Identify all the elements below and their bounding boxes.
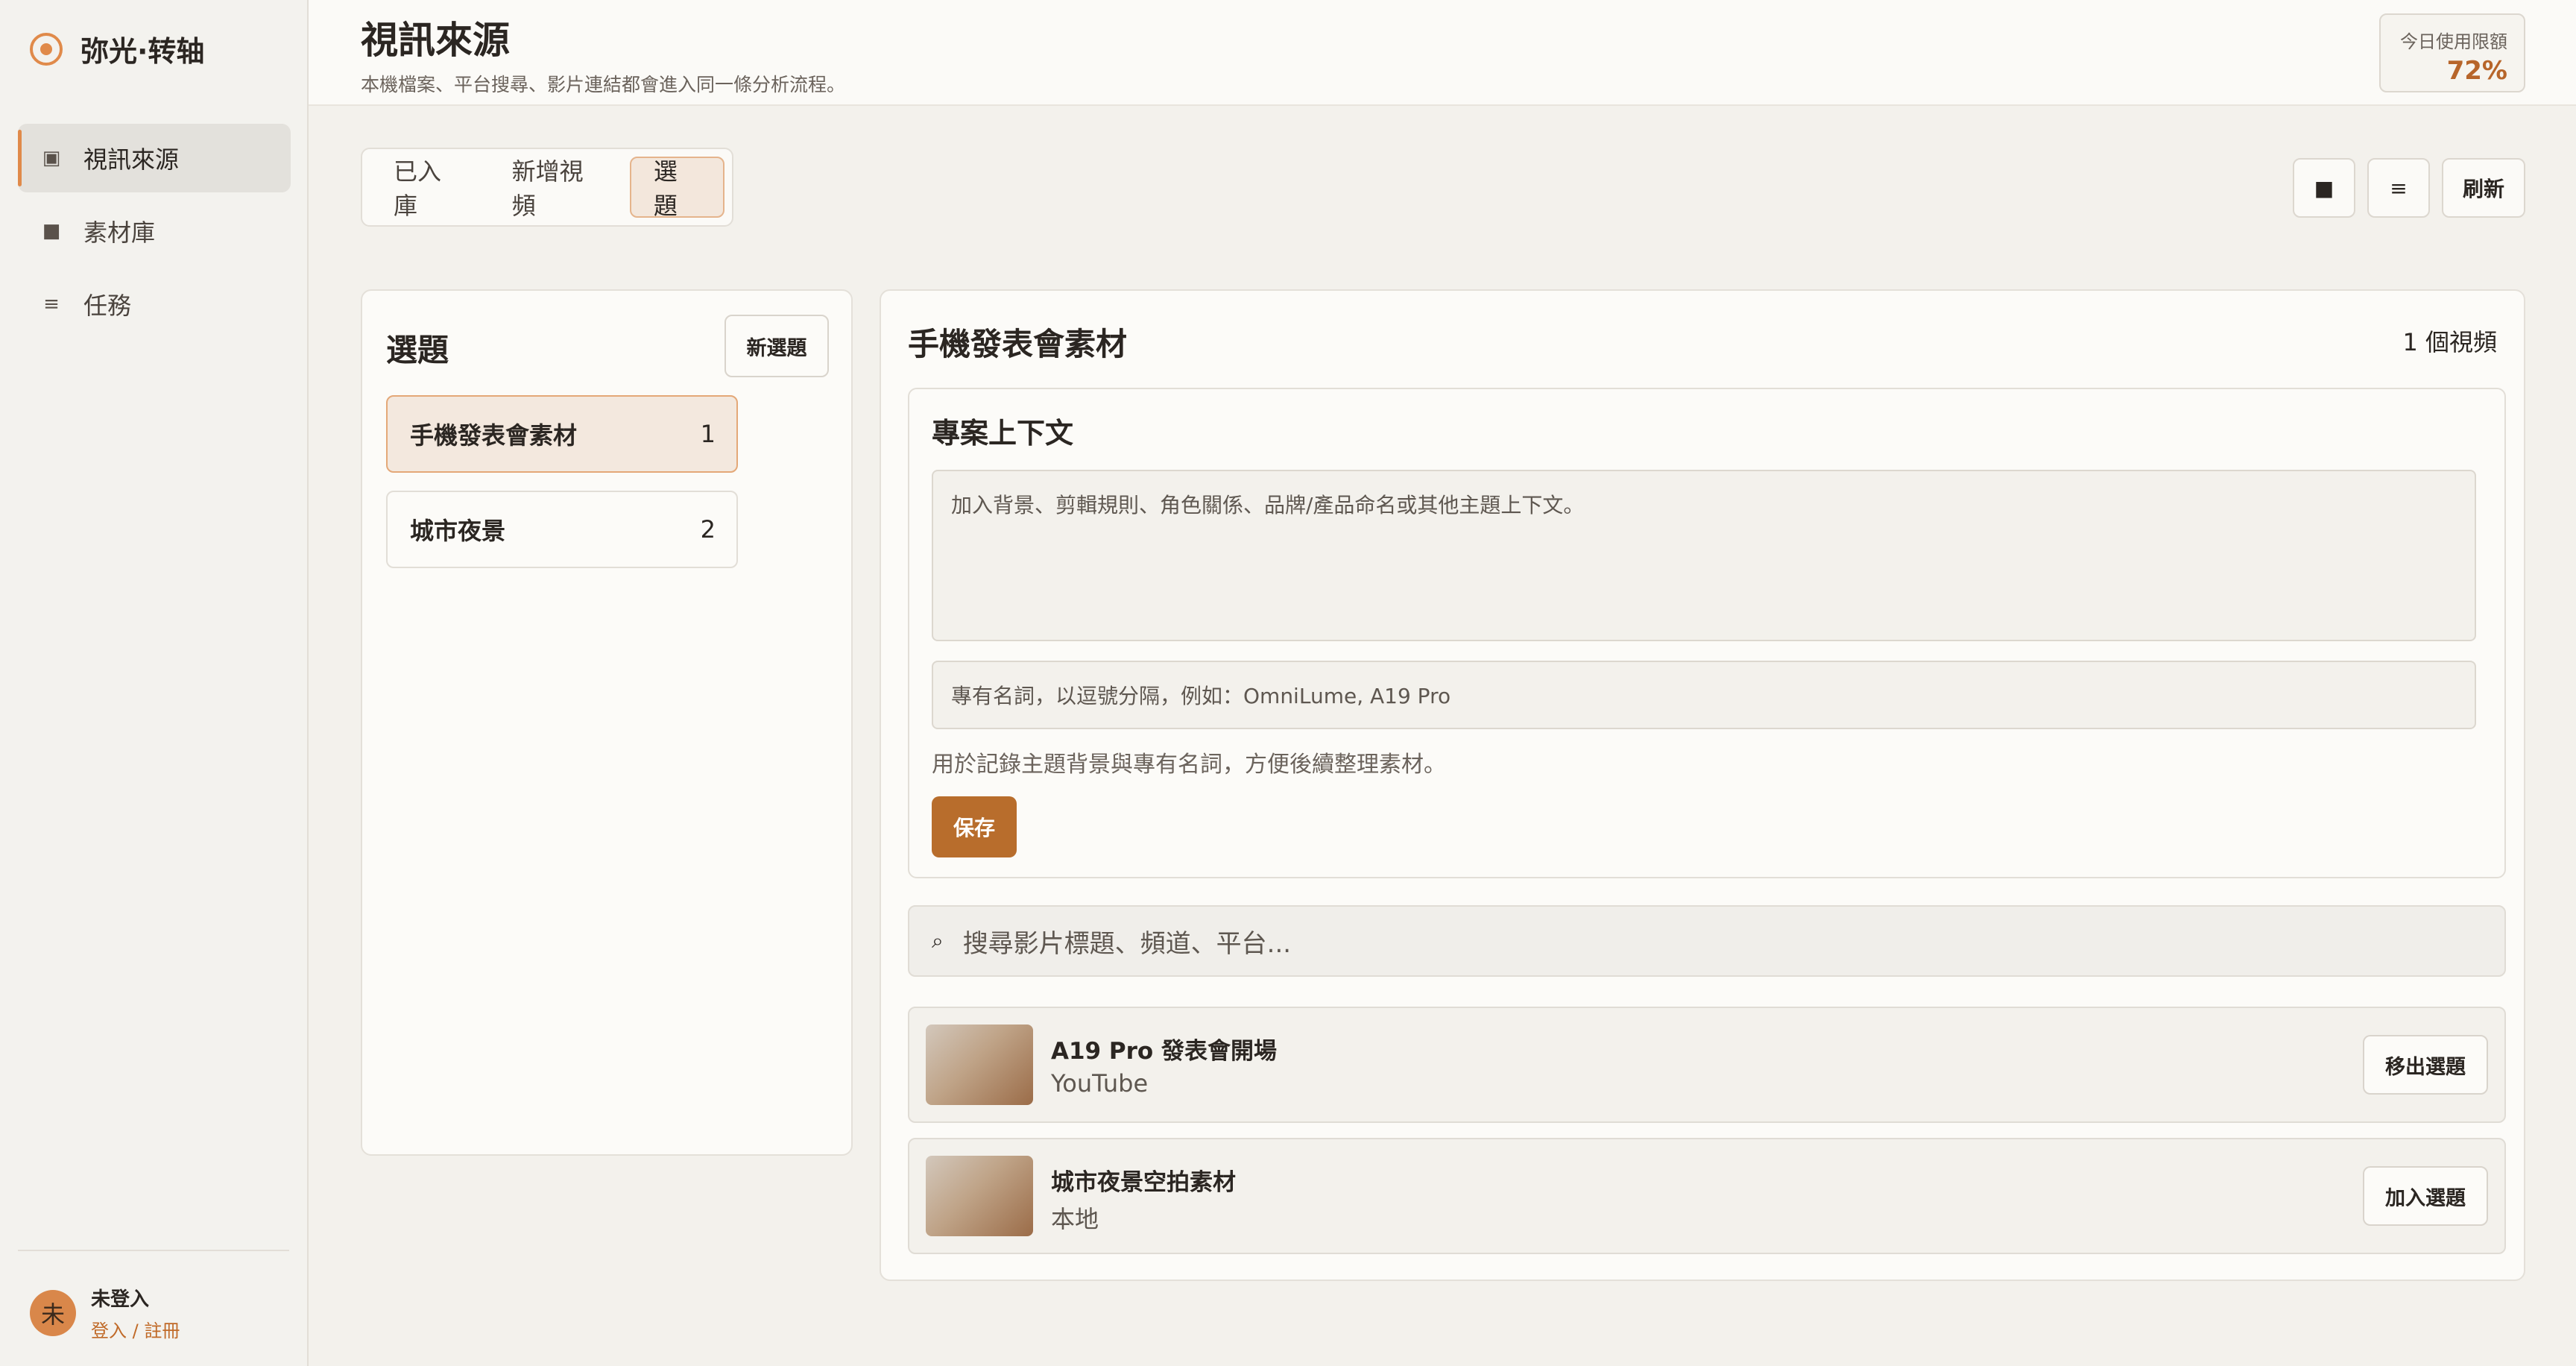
video-source: 本地: [1051, 1205, 1099, 1233]
video-source: YouTube: [1051, 1069, 1149, 1098]
project-context-card: 專案上下文 加入背景、剪輯規則、角色關係、品牌/產品命名或其他主題上下文。 專有…: [908, 388, 2506, 878]
tab-imported[interactable]: 已入庫: [370, 157, 488, 220]
app-name: 弥光·转轴: [80, 35, 205, 68]
search-icon: ⌕: [932, 928, 944, 953]
quota-label: 今日使用限額: [2400, 31, 2507, 52]
header: 視訊來源 本機檔案、平台搜尋、影片連結都會進入同一條分析流程。 今日使用限額 7…: [309, 0, 2576, 106]
video-thumbnail: [926, 1024, 1033, 1105]
sidebar-item-label: 素材庫: [83, 218, 156, 247]
sidebar-item-label: 任務: [83, 292, 132, 320]
topic-detail-panel: 手機發表會素材 1 個視頻 專案上下文 加入背景、剪輯規則、角色關係、品牌/產品…: [880, 289, 2525, 1281]
topic-count: 1: [700, 420, 716, 448]
save-button[interactable]: 保存: [932, 796, 1017, 857]
divider: [18, 1250, 289, 1251]
topic-name: 城市夜景: [410, 517, 506, 545]
topic-item[interactable]: 城市夜景 2: [386, 491, 738, 568]
quota-value: 72%: [2446, 56, 2507, 86]
context-title: 專案上下文: [932, 417, 1074, 450]
search-placeholder: 搜尋影片標題、頻道、平台...: [962, 928, 1292, 959]
topic-name: 手機發表會素材: [410, 421, 578, 450]
video-thumbnail: [926, 1156, 1033, 1236]
usage-quota-badge: 今日使用限額 72%: [2379, 13, 2525, 92]
sidebar: 弥光·转轴 ▣ 視訊來源 ■ 素材庫 ≡ 任務 未 未登入 登入 / 註冊: [0, 0, 309, 1366]
remove-from-topic-button[interactable]: 移出選題: [2363, 1035, 2488, 1095]
page-subtitle: 本機檔案、平台搜尋、影片連結都會進入同一條分析流程。: [361, 74, 846, 95]
tab-topics[interactable]: 選題: [629, 157, 724, 220]
context-hint: 用於記錄主題背景與專有名詞，方便後續整理素材。: [932, 752, 1446, 778]
video-row[interactable]: A19 Pro 發表會開場 YouTube 移出選題: [908, 1007, 2506, 1123]
detail-title: 手機發表會素材: [908, 326, 1128, 362]
grid-icon: ■: [2314, 175, 2334, 201]
list-view-button[interactable]: ≡: [2367, 158, 2430, 218]
sidebar-item-tasks[interactable]: ≡ 任務: [18, 270, 291, 339]
new-topic-button[interactable]: 新選題: [724, 315, 829, 377]
logo-icon: [30, 32, 63, 66]
tab-add-video[interactable]: 新增視頻: [488, 157, 630, 220]
list-icon: ≡: [2390, 175, 2408, 201]
user-profile[interactable]: 未 未登入 登入 / 註冊: [30, 1284, 180, 1342]
sidebar-item-label: 視訊來源: [83, 145, 180, 174]
refresh-button[interactable]: 刷新: [2442, 158, 2525, 218]
user-name: 未登入: [91, 1288, 150, 1311]
avatar: 未: [30, 1290, 76, 1336]
search-input[interactable]: ⌕ 搜尋影片標題、頻道、平台...: [908, 905, 2506, 977]
page-title: 視訊來源: [361, 19, 510, 62]
sidebar-nav: ▣ 視訊來源 ■ 素材庫 ≡ 任務: [18, 124, 291, 343]
proper-nouns-input[interactable]: 專有名詞，以逗號分隔，例如：OmniLume, A19 Pro: [932, 661, 2476, 729]
topic-item[interactable]: 手機發表會素材 1: [386, 395, 738, 473]
video-title: A19 Pro 發表會開場: [1051, 1038, 1278, 1065]
grid-view-button[interactable]: ■: [2293, 158, 2355, 218]
sidebar-item-video-sources[interactable]: ▣ 視訊來源: [18, 124, 291, 192]
list-icon: ≡: [43, 293, 60, 315]
context-textarea[interactable]: 加入背景、剪輯規則、角色關係、品牌/產品命名或其他主題上下文。: [932, 470, 2476, 641]
sidebar-item-library[interactable]: ■ 素材庫: [18, 197, 291, 265]
square-icon: ■: [42, 220, 61, 242]
topics-title: 選題: [386, 332, 449, 368]
video-row[interactable]: 城市夜景空拍素材 本地 加入選題: [908, 1138, 2506, 1254]
video-title: 城市夜景空拍素材: [1051, 1169, 1236, 1196]
video-count: 1 個視頻: [2402, 328, 2497, 356]
tab-bar: 已入庫 新增視頻 選題: [361, 148, 733, 227]
topic-count: 2: [700, 515, 716, 544]
login-link[interactable]: 登入 / 註冊: [91, 1316, 180, 1342]
square-filled-icon: ▣: [42, 147, 61, 169]
topics-panel: 選題 新選題 手機發表會素材 1 城市夜景 2: [361, 289, 853, 1156]
add-to-topic-button[interactable]: 加入選題: [2363, 1166, 2488, 1226]
brand[interactable]: 弥光·转轴: [30, 28, 204, 69]
